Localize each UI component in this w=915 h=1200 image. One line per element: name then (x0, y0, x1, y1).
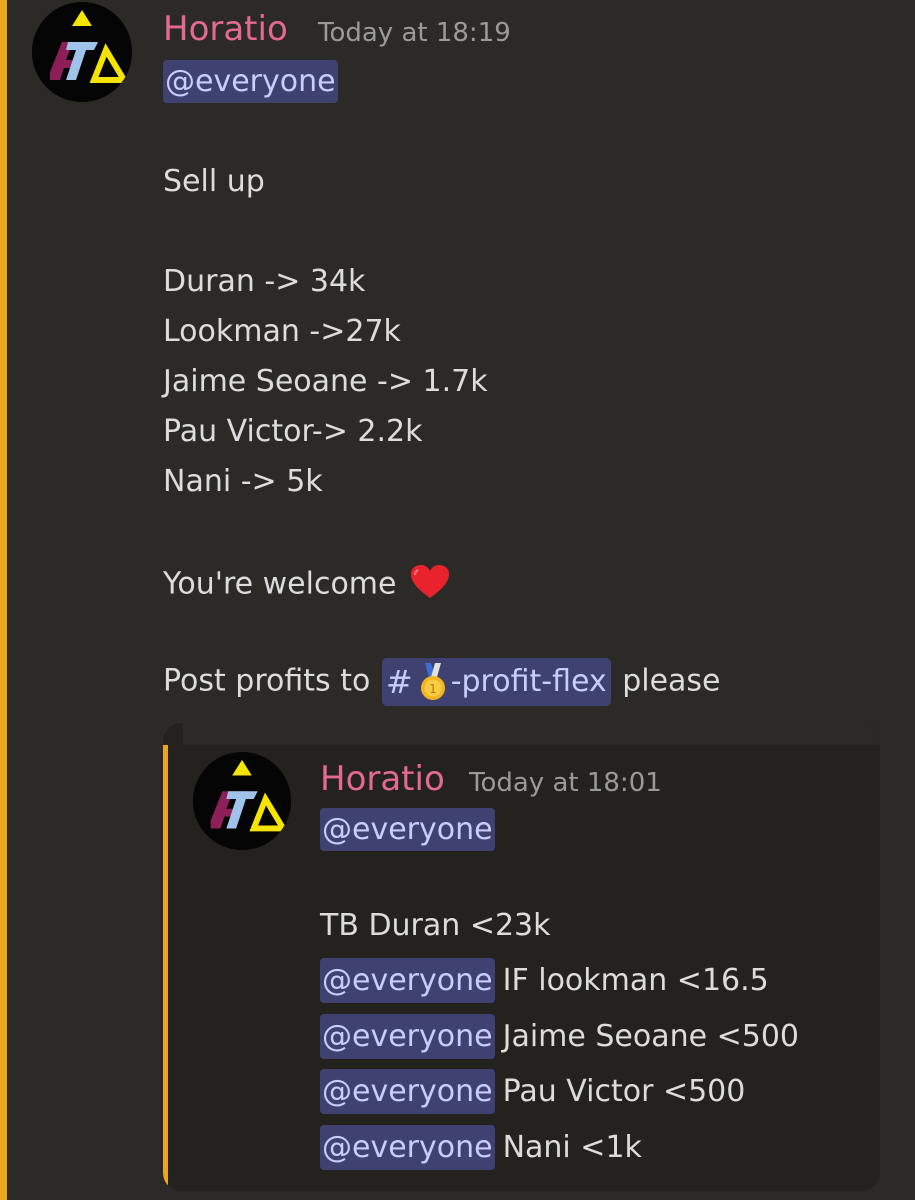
message-line-lookman: Lookman ->27k (163, 314, 401, 349)
quoted-row-text: IF lookman <16.5 (502, 963, 769, 998)
everyone-mention[interactable]: @everyone (320, 958, 495, 1003)
message-line-duran: Duran -> 34k (163, 264, 366, 299)
channel-link-profit-flex[interactable]: # 1 -profit-flex (381, 658, 611, 706)
fta-logo-avatar-icon (32, 2, 132, 102)
message-line-post-profits: Post profits to # 1 -profit-flex please (163, 658, 721, 706)
svg-text:1: 1 (429, 682, 437, 696)
quoted-author-name[interactable]: Horatio (320, 762, 445, 796)
post-prefix-text: Post profits to (163, 663, 371, 699)
red-heart-icon (410, 564, 450, 606)
author-name[interactable]: Horatio (163, 12, 288, 46)
everyone-mention[interactable]: @everyone (320, 1069, 495, 1114)
quoted-row: @everyone Pau Victor <500 (320, 1069, 745, 1114)
channel-hash-icon: # (385, 663, 413, 701)
fta-logo-avatar-icon (193, 752, 291, 850)
quoted-row: @everyone Jaime Seoane <500 (320, 1014, 799, 1059)
quoted-row-text: Pau Victor <500 (502, 1074, 746, 1109)
message-highlight-bar (0, 0, 7, 1200)
quote-accent-bar (163, 745, 168, 1191)
everyone-mention[interactable]: @everyone (320, 1125, 495, 1170)
channel-name: -profit-flex (450, 664, 607, 699)
post-suffix-text: please (622, 663, 721, 699)
everyone-mention[interactable]: @everyone (320, 1014, 495, 1059)
avatar[interactable] (32, 2, 132, 102)
quoted-row: @everyone IF lookman <16.5 (320, 958, 769, 1003)
quote-card-top-edge (183, 723, 880, 745)
quoted-row: @everyone Nani <1k (320, 1125, 642, 1170)
message-line-intro: Sell up (163, 164, 265, 199)
message-line-nani: Nani -> 5k (163, 464, 323, 499)
message-line-seoane: Jaime Seoane -> 1.7k (163, 364, 488, 399)
quoted-row-text: Jaime Seoane <500 (502, 1019, 800, 1054)
quoted-line-duran: TB Duran <23k (320, 908, 551, 943)
message-line-welcome: You're welcome (163, 564, 450, 606)
quoted-everyone-mention[interactable]: @everyone (320, 808, 495, 851)
message-timestamp: Today at 18:19 (318, 18, 511, 48)
welcome-text: You're welcome (163, 566, 397, 602)
quoted-row-text: Nani <1k (502, 1130, 642, 1165)
quoted-avatar[interactable] (193, 752, 291, 850)
message-line-pau-victor: Pau Victor-> 2.2k (163, 414, 423, 449)
everyone-mention[interactable]: @everyone (163, 60, 338, 103)
quoted-timestamp: Today at 18:01 (469, 768, 662, 798)
gold-medal-icon: 1 (417, 663, 449, 701)
